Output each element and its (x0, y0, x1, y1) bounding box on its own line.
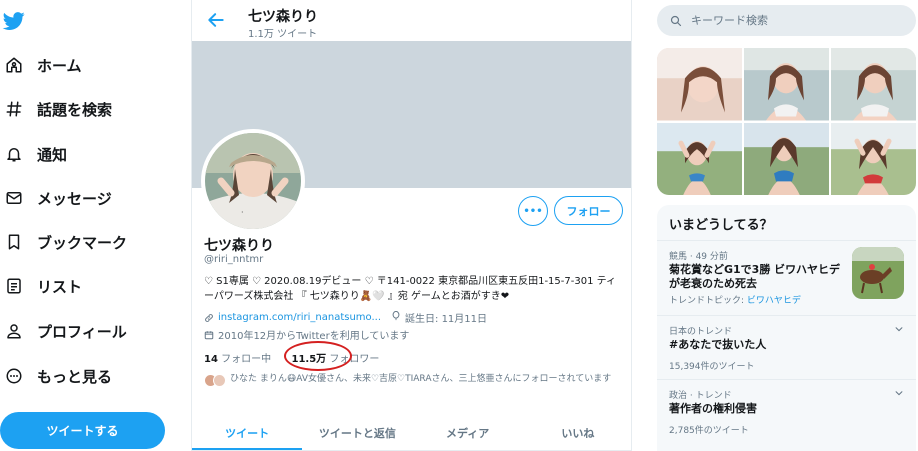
chevron-down-icon[interactable] (894, 324, 904, 334)
nav-more-label: もっと見る (37, 367, 113, 386)
trend-item[interactable]: 日本のトレンド #あなたで抜いた人 15,394件のツイート (657, 315, 916, 380)
red-annotation-circle (284, 341, 352, 371)
calendar-icon (204, 330, 214, 339)
more-options-button[interactable]: ••• (518, 196, 548, 226)
trends-title: いまどうしてる？ (669, 218, 773, 233)
profile-column: 七ツ森りり 1.1万 ツイート · ••• フォロー 七ツ森りり @riri_n… (191, 0, 632, 451)
chevron-down-icon[interactable] (894, 388, 904, 398)
nav-bookmarks[interactable]: ブックマーク (4, 227, 127, 257)
media-thumbnail[interactable] (744, 122, 829, 196)
profile-avatar[interactable]: · (201, 129, 305, 233)
media-thumbnail[interactable] (657, 48, 742, 121)
home-icon (4, 55, 24, 75)
trend-item[interactable]: 政治 · トレンド 著作者の権利侵害 2,785件のツイート (657, 379, 916, 444)
nav-bookmarks-label: ブックマーク (37, 233, 128, 252)
tab-media[interactable]: メディア (413, 416, 523, 450)
nav-lists[interactable]: リスト (4, 271, 82, 301)
follower-avatar (213, 374, 226, 387)
trend-tweet-count: 15,394件のツイート (669, 362, 755, 372)
bell-icon (4, 144, 24, 164)
trend-thumbnail (852, 247, 904, 299)
balloon-icon (391, 310, 401, 324)
follow-button[interactable]: フォロー (554, 196, 623, 225)
envelope-icon (4, 188, 24, 208)
profile-birthday: 誕生日: 11月11日 (405, 314, 488, 325)
followed-by-avatars (204, 374, 226, 387)
profile-tabs: ツイート ツイートと返信 メディア いいね (192, 416, 631, 451)
left-nav: ホーム 話題を検索 通知 メッセージ ブックマーク リスト プロフィール もっと… (0, 0, 192, 451)
trend-topic-prefix: トレンドトピック: (669, 296, 747, 306)
profile-name: 七ツ森りり (204, 238, 274, 254)
bookmark-icon (4, 232, 24, 252)
followed-by-row[interactable]: ひなた まりん😷AV女優さん、未来♡吉原♡TIARAさん、三上悠亜さんにフォロー… (204, 373, 624, 387)
more-circle-icon (4, 366, 24, 386)
media-gallery (657, 48, 916, 195)
svg-text:·: · (241, 208, 244, 217)
tab-tweets-and-replies[interactable]: ツイートと返信 (302, 416, 412, 450)
tab-likes[interactable]: いいね (523, 416, 631, 450)
trend-title: 菊花賞などG1で3勝 ビワハヤヒデが老衰のため死去 (669, 263, 841, 290)
profile-joined: 2010年12月からTwitterを利用しています (218, 331, 410, 342)
nav-messages[interactable]: メッセージ (4, 183, 112, 213)
link-icon (205, 313, 213, 322)
trend-meta: 政治 · トレンド (669, 391, 732, 401)
media-thumbnail[interactable] (657, 122, 742, 196)
media-thumbnail[interactable] (831, 48, 916, 121)
tweet-button[interactable]: ツイートする (0, 412, 165, 449)
header-tweet-count: 1.1万 ツイート (248, 29, 318, 40)
trend-meta: 競馬 · 49 分前 (669, 252, 728, 262)
list-icon (4, 276, 24, 296)
profile-link[interactable]: instagram.com/riri_nanatsumo... (218, 312, 381, 323)
profile-joined-row: 2010年12月からTwitterを利用しています (204, 327, 409, 342)
nav-profile-label: プロフィール (37, 322, 127, 341)
trend-meta: 日本のトレンド (669, 327, 733, 337)
right-sidebar: いまどうしてる？ 競馬 · 49 分前 菊花賞などG1で3勝 ビワハヤヒデが老衰… (632, 0, 918, 451)
following-count: 14 (204, 354, 218, 365)
profile-handle: @riri_nntmr (204, 254, 264, 265)
header-name: 七ツ森りり (248, 9, 318, 25)
followed-by-text: ひなた まりん😷AV女優さん、未来♡吉原♡TIARAさん、三上悠亜さんにフォロー… (230, 374, 612, 384)
search-box[interactable] (657, 5, 916, 36)
following-link[interactable]: 14 フォロー中 (204, 354, 271, 365)
trend-topic-link[interactable]: ビワハヤヒデ (747, 296, 801, 306)
back-arrow-icon[interactable] (206, 10, 226, 30)
following-label: フォロー中 (221, 354, 272, 365)
search-icon (670, 15, 682, 26)
nav-explore[interactable]: 話題を検索 (4, 94, 112, 124)
search-input[interactable] (691, 14, 901, 27)
trend-item[interactable]: 競馬 · 49 分前 菊花賞などG1で3勝 ビワハヤヒデが老衰のため死去 トレン… (657, 240, 916, 326)
nav-more[interactable]: もっと見る (4, 361, 112, 391)
tab-tweets[interactable]: ツイート (192, 416, 303, 450)
nav-home-label: ホーム (37, 56, 82, 75)
trend-title: 著作者の権利侵害 (669, 402, 757, 415)
twitter-profile-page: ホーム 話題を検索 通知 メッセージ ブックマーク リスト プロフィール もっと… (0, 0, 918, 451)
trend-tweet-count: 2,785件のツイート (669, 426, 749, 436)
profile-meta-row: instagram.com/riri_nanatsumo... 誕生日: 11月… (204, 310, 487, 325)
media-thumbnail[interactable] (831, 122, 916, 196)
trends-panel: いまどうしてる？ 競馬 · 49 分前 菊花賞などG1で3勝 ビワハヤヒデが老衰… (657, 205, 916, 451)
nav-explore-label: 話題を検索 (37, 100, 113, 119)
profile-bio: ♡ S1専属 ♡ 2020.08.19デビュー ♡ 〒141-0022 東京都品… (204, 276, 617, 302)
hashtag-icon (4, 99, 24, 119)
nav-home[interactable]: ホーム (4, 50, 82, 80)
nav-profile[interactable]: プロフィール (4, 316, 127, 346)
media-thumbnail[interactable] (744, 48, 829, 121)
twitter-bird-icon[interactable] (2, 10, 26, 32)
nav-notifications-label: 通知 (37, 145, 68, 164)
trend-topic: トレンドトピック: ビワハヤヒデ (669, 293, 801, 306)
nav-messages-label: メッセージ (37, 189, 112, 208)
nav-lists-label: リスト (37, 277, 83, 296)
person-icon (4, 321, 24, 341)
trend-title: #あなたで抜いた人 (669, 338, 767, 351)
nav-notifications[interactable]: 通知 (4, 139, 67, 169)
